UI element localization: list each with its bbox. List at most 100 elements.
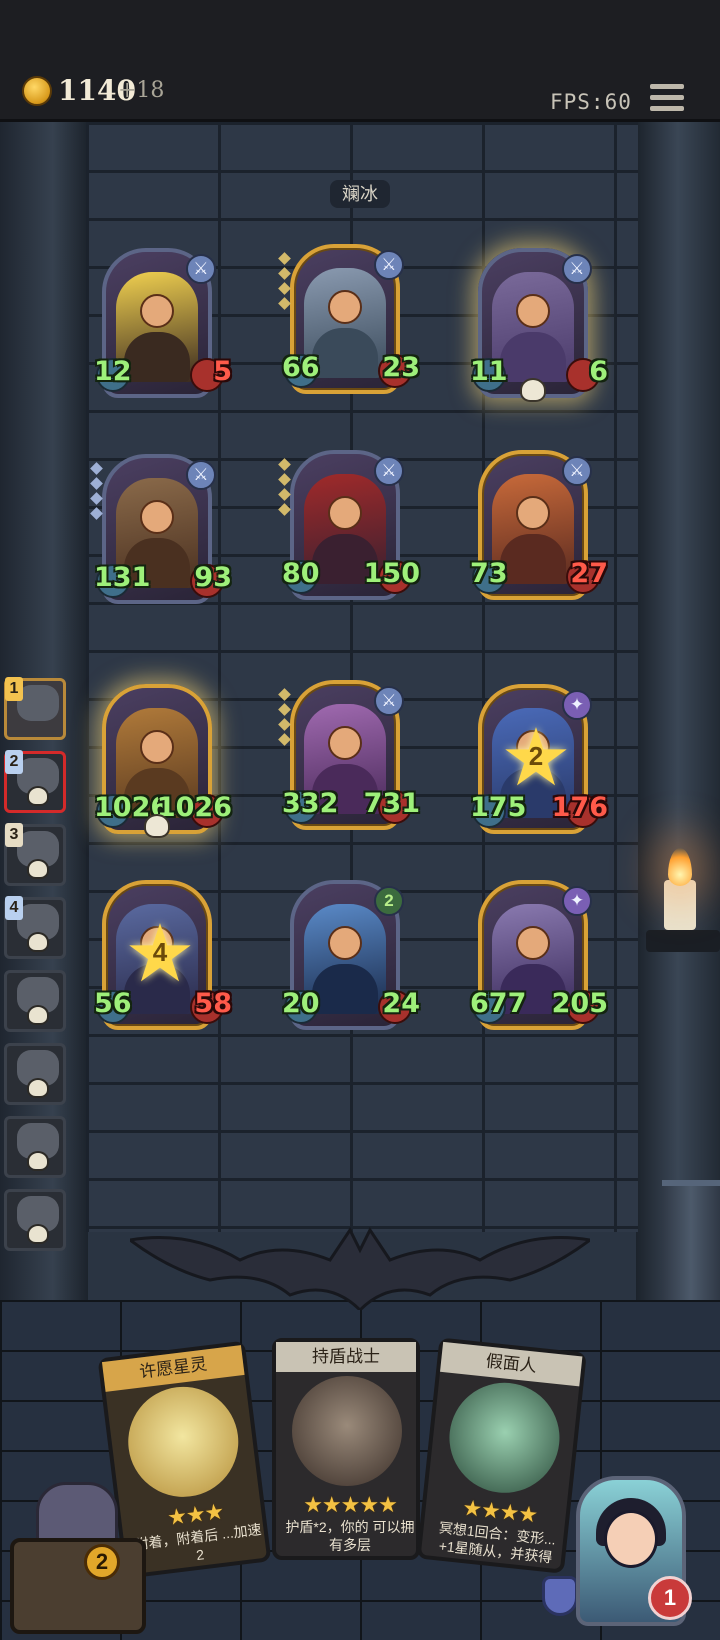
board-unit-bearded-warrior-flames[interactable]: ⚔ 12 5 [94, 248, 232, 408]
unit-face [328, 290, 362, 324]
bat-emblem-icon [130, 1227, 590, 1310]
unit-face [328, 926, 362, 960]
column-base [662, 1180, 720, 1300]
candle [664, 880, 696, 930]
board-unit-bearded-king[interactable]: ✦ 677 205 [470, 880, 608, 1040]
star-tribe-icon: ✦ [562, 886, 592, 916]
board-unit-cowboy-bandit[interactable]: ⚔ 131 93 [90, 454, 232, 614]
unit-attack: 11 [470, 356, 508, 387]
roster-rank: 2 [5, 750, 23, 774]
eliminated-skull-icon [27, 786, 49, 806]
roster-player-5[interactable] [4, 970, 66, 1032]
unit-body [500, 332, 566, 382]
masked-man-art [444, 1377, 565, 1499]
unit-health: 1026 [156, 792, 232, 823]
tier-pips [278, 252, 291, 314]
unit-body [312, 328, 378, 378]
hero-face [604, 1510, 658, 1568]
card-name: 持盾战士 [276, 1342, 416, 1372]
unit-face [516, 294, 550, 328]
eliminated-skull-icon [27, 932, 49, 952]
hamburger-menu-icon[interactable] [650, 84, 684, 116]
unit-attack: 73 [470, 558, 508, 589]
unit-face [516, 496, 550, 530]
unit-attack: 175 [470, 792, 527, 823]
unit-body [500, 534, 566, 584]
unit-face [140, 730, 174, 764]
roster-player-3[interactable]: 3 [4, 823, 66, 886]
shield-icon [542, 1576, 578, 1616]
unit-face [328, 726, 362, 760]
tavern-keeper-portrait[interactable] [36, 1482, 118, 1546]
unit-health: 58 [194, 988, 232, 1019]
roster-player-2[interactable]: 2 [4, 750, 66, 813]
roster-rank: 3 [5, 823, 23, 847]
star-level-icon: ★ 2 [496, 718, 576, 798]
eliminated-skull-icon [27, 1078, 49, 1098]
treasure-chest[interactable] [10, 1538, 146, 1634]
board-unit-mad-scientist[interactable]: ⚔ 332 731 [278, 680, 420, 840]
fps-counter: FPS:60 [550, 90, 632, 114]
roster-player-4[interactable]: 4 [4, 896, 66, 959]
gold-coin-icon [22, 76, 52, 106]
unit-face [328, 496, 362, 530]
game-screen: 1140 +18 FPS:60 斓冰 ⚔ 12 5 ⚔ 66 23 ⚔ 11 6 ⚔ 131 93 ⚔ 8… [0, 0, 720, 1640]
sword-tribe-icon: ⚔ [374, 456, 404, 486]
board-unit-star-sorcerer[interactable]: ★ 2 ✦ 175 176 [470, 684, 608, 844]
unit-attack: 332 [282, 788, 339, 819]
level-badge: 2 [374, 886, 404, 916]
tier-pips [278, 688, 291, 750]
deathrattle-skull-icon [520, 378, 546, 402]
board-unit-frost-beast[interactable]: 2 20 24 [282, 880, 420, 1040]
roster-rank: 1 [5, 677, 23, 701]
unit-health: 150 [363, 558, 420, 589]
unit-health: 24 [382, 988, 420, 1019]
eliminated-skull-icon [27, 859, 49, 879]
tier-pips [278, 458, 291, 520]
sword-tribe-icon: ⚔ [374, 250, 404, 280]
roster-player-1[interactable]: 1 [4, 677, 66, 740]
unit-face [140, 500, 174, 534]
sword-tribe-icon: ⚔ [186, 460, 216, 490]
board-unit-masked-knight[interactable]: ⚔ 80 150 [278, 450, 420, 610]
deathrattle-skull-icon [144, 814, 170, 838]
star-level-number: 4 [152, 937, 168, 967]
player-avatar [17, 685, 59, 721]
lives-heart-icon: 1 [648, 1576, 692, 1620]
sword-tribe-icon: ⚔ [186, 254, 216, 284]
star-level-number: 2 [528, 741, 544, 771]
board-unit-archer-with-bow[interactable]: 1026 1026 [94, 684, 232, 844]
unit-health: 6 [589, 356, 608, 387]
hand-card-masked-man[interactable]: 假面人 ★★★★ 冥想1回合：变形... +1星随从，并获得 [416, 1337, 587, 1574]
unit-attack: 12 [94, 356, 132, 387]
unit-health: 23 [382, 352, 420, 383]
eliminated-skull-icon [27, 1005, 49, 1025]
card-description: 护盾*2，你的 可以拥有多层 [285, 1519, 415, 1553]
star-level-icon: ★ 4 [120, 914, 200, 994]
board-unit-winged-elf[interactable]: ★ 4 56 58 [94, 880, 232, 1040]
unit-attack: 131 [94, 562, 151, 593]
eliminated-skull-icon [27, 1151, 49, 1171]
wall-sconce [646, 930, 720, 952]
unit-body [124, 332, 190, 382]
roster-player-8[interactable] [4, 1189, 66, 1251]
unit-health: 5 [213, 356, 232, 387]
unit-attack: 66 [282, 352, 320, 383]
unit-health: 27 [570, 558, 608, 589]
unit-attack: 56 [94, 988, 132, 1019]
unit-face [140, 294, 174, 328]
roster-player-6[interactable] [4, 1043, 66, 1105]
star-tribe-icon: ✦ [562, 690, 592, 720]
sword-tribe-icon: ⚔ [374, 686, 404, 716]
unit-health: 205 [551, 988, 608, 1019]
hand-card-shield-warrior[interactable]: 持盾战士 ★★★★★ 护盾*2，你的 可以拥有多层 [272, 1338, 420, 1560]
board-unit-helmet-guard[interactable]: ⚔ 66 23 [278, 244, 420, 404]
board-unit-old-bearded-man[interactable]: ⚔ 11 6 [470, 248, 608, 408]
roster-player-7[interactable] [4, 1116, 66, 1178]
wish-star-sprite-art [121, 1380, 245, 1504]
eliminated-skull-icon [27, 1224, 49, 1244]
board-unit-blonde-brawler[interactable]: ⚔ 73 27 [470, 450, 608, 610]
sword-tribe-icon: ⚔ [562, 456, 592, 486]
gold-income: +18 [118, 78, 165, 103]
unit-health: 93 [194, 562, 232, 593]
